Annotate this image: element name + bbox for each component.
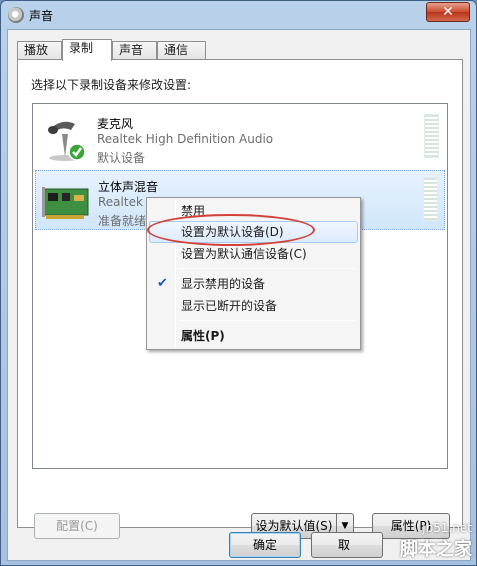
device-name: 立体声混音 — [98, 180, 159, 194]
speaker-icon — [8, 7, 24, 23]
checkmark-icon: ✔ — [157, 276, 168, 291]
menu-item-show-disabled[interactable]: ✔ 显示禁用的设备 — [149, 273, 358, 295]
level-meter — [424, 114, 439, 158]
tab-label: 录制 — [69, 41, 94, 55]
configure-button[interactable]: 配置(C) — [34, 513, 120, 539]
menu-separator — [179, 320, 355, 321]
button-label: 配置(C) — [56, 519, 98, 533]
ok-button[interactable]: 确定 — [229, 532, 301, 558]
microphone-icon — [48, 121, 86, 161]
device-row-microphone[interactable]: 麦克风 Realtek High Definition Audio 默认设备 — [35, 108, 445, 168]
device-driver: Realtek — [98, 195, 143, 209]
tab-recording[interactable]: 录制 — [62, 39, 112, 61]
watermark-name: 脚本之家 — [400, 539, 472, 560]
device-status: 准备就绪 — [98, 214, 147, 228]
site-watermark: jb51.net 脚本之家 — [400, 521, 472, 561]
menu-separator — [179, 268, 355, 269]
menu-item-set-default-comm-device[interactable]: 设置为默认通信设备(C) — [149, 243, 358, 265]
menu-item-label: 显示已断开的设备 — [181, 299, 278, 313]
sound-dialog: 声音 ✕ 播放 录制 声音 通信 选择以下录制设备来修改设置: 麦克风 Real… — [0, 0, 477, 566]
menu-item-label: 属性(P) — [181, 329, 225, 343]
tab-playback[interactable]: 播放 — [17, 41, 62, 60]
tab-communications[interactable]: 通信 — [157, 41, 206, 60]
watermark-url: jb51.net — [422, 521, 472, 535]
window-title: 声音 — [29, 9, 54, 23]
instruction-text: 选择以下录制设备来修改设置: — [31, 78, 192, 92]
highlight-annotation — [147, 214, 315, 246]
menu-item-label: 设置为默认通信设备(C) — [181, 247, 307, 261]
close-button[interactable]: ✕ — [426, 2, 470, 22]
tab-label: 通信 — [164, 43, 189, 57]
menu-item-label: 显示禁用的设备 — [181, 277, 266, 291]
device-driver: Realtek High Definition Audio — [97, 132, 274, 146]
title-bar[interactable]: 声音 ✕ — [1, 1, 476, 29]
tab-label: 播放 — [24, 43, 49, 57]
button-label: 取 — [338, 538, 351, 552]
sound-card-icon — [42, 187, 89, 219]
tab-label: 声音 — [119, 43, 144, 57]
device-name: 麦克风 — [97, 117, 134, 131]
menu-item-properties[interactable]: 属性(P) — [149, 325, 358, 347]
tab-sounds[interactable]: 声音 — [112, 41, 157, 60]
device-status: 默认设备 — [97, 151, 146, 165]
cancel-button[interactable]: 取 — [311, 532, 383, 558]
button-label: 设为默认值(S) — [255, 519, 333, 533]
menu-item-show-disconnected[interactable]: 显示已断开的设备 — [149, 295, 358, 317]
level-meter — [423, 177, 438, 221]
button-label: 确定 — [252, 538, 277, 552]
close-icon: ✕ — [442, 4, 454, 20]
